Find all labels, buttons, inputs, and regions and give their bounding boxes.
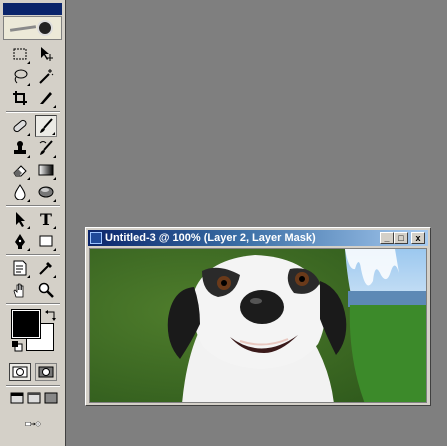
- toolbox-divider: [6, 385, 60, 387]
- move-icon: [41, 47, 53, 61]
- maximize-button[interactable]: □: [394, 232, 408, 244]
- standard-screen-mode-button[interactable]: [8, 390, 26, 406]
- imageready-icon: [25, 421, 41, 427]
- blur-tool[interactable]: [9, 181, 31, 203]
- toolbox-divider: [6, 111, 60, 113]
- quick-mask-mode-icon: [38, 366, 54, 378]
- type-tool[interactable]: T: [35, 208, 57, 230]
- clone-stamp-tool[interactable]: [9, 137, 31, 159]
- zoom-tool[interactable]: [35, 279, 57, 301]
- document-title-bar[interactable]: Untitled-3 @ 100% (Layer 2, Layer Mask) …: [88, 230, 428, 246]
- toolbox-title-bar[interactable]: [3, 3, 62, 15]
- full-screen-mode-button[interactable]: [42, 390, 60, 406]
- screen-mode-icon: [44, 392, 58, 404]
- eyedropper-tool[interactable]: [35, 257, 57, 279]
- foreground-color-swatch[interactable]: [11, 309, 41, 339]
- clone-stamp-icon: [14, 141, 26, 154]
- feather-icon: [9, 25, 37, 32]
- zoom-icon: [38, 282, 54, 298]
- screen-mode-icon: [27, 392, 41, 404]
- notes-icon: [13, 260, 27, 276]
- eyedropper-icon: [39, 262, 52, 275]
- dodge-tool[interactable]: [35, 181, 57, 203]
- toolbox-divider: [6, 205, 60, 207]
- image-canvas[interactable]: [89, 248, 427, 403]
- full-screen-menu-mode-button[interactable]: [25, 390, 43, 406]
- slice-tool[interactable]: [35, 87, 57, 109]
- quick-mask-mode-button[interactable]: [35, 363, 57, 381]
- jump-to-imageready-button[interactable]: [9, 413, 57, 435]
- magic-wand-tool[interactable]: [35, 65, 57, 87]
- eraser-tool[interactable]: [9, 159, 31, 181]
- magic-wand-icon: [39, 69, 54, 84]
- blur-icon: [14, 184, 26, 200]
- pen-tool[interactable]: [9, 230, 31, 252]
- lasso-icon: [14, 69, 28, 84]
- default-colors-button[interactable]: [8, 338, 26, 354]
- path-selection-tool[interactable]: [9, 208, 31, 230]
- photoshop-logo-button[interactable]: [3, 16, 62, 40]
- standard-mode-button[interactable]: [9, 363, 31, 381]
- toolbox-palette: T: [0, 0, 66, 446]
- notes-tool[interactable]: [9, 257, 31, 279]
- healing-brush-icon: [13, 119, 27, 133]
- eraser-icon: [13, 165, 27, 177]
- eye-icon: [37, 20, 53, 36]
- crop-tool[interactable]: [9, 87, 31, 109]
- healing-brush-tool[interactable]: [9, 115, 31, 137]
- rectangular-marquee-tool[interactable]: [9, 43, 31, 65]
- rectangular-marquee-icon: [13, 48, 27, 60]
- lasso-tool[interactable]: [9, 65, 31, 87]
- rectangle-shape-tool[interactable]: [35, 230, 57, 252]
- rectangle-shape-icon: [39, 235, 53, 247]
- brush-tool[interactable]: [35, 115, 57, 137]
- hand-icon: [13, 283, 24, 298]
- slice-icon: [40, 92, 52, 104]
- close-button[interactable]: x: [411, 232, 425, 244]
- toolbox-divider: [6, 254, 60, 256]
- default-colors-icon: [12, 341, 23, 352]
- path-selection-icon: [16, 212, 25, 227]
- document-title: Untitled-3 @ 100% (Layer 2, Layer Mask): [105, 232, 316, 244]
- toolbox-divider: [6, 303, 60, 305]
- minimize-button[interactable]: _: [380, 232, 394, 244]
- swap-arrow-icon: [45, 310, 56, 321]
- screen-mode-icon: [10, 392, 24, 404]
- photoshop-document-icon[interactable]: [90, 232, 102, 244]
- type-icon: T: [40, 209, 52, 229]
- hand-tool[interactable]: [9, 279, 31, 301]
- pen-icon: [15, 234, 25, 249]
- swap-colors-button[interactable]: [42, 307, 60, 323]
- dodge-icon: [38, 186, 54, 198]
- gradient-tool[interactable]: [35, 159, 57, 181]
- crop-icon: [13, 91, 27, 105]
- dog-photo: [90, 249, 426, 402]
- gradient-icon: [38, 164, 54, 176]
- move-tool[interactable]: [35, 43, 57, 65]
- history-brush-icon: [39, 140, 53, 155]
- history-brush-tool[interactable]: [35, 137, 57, 159]
- document-window: Untitled-3 @ 100% (Layer 2, Layer Mask) …: [85, 227, 431, 406]
- standard-mode-icon: [12, 366, 28, 378]
